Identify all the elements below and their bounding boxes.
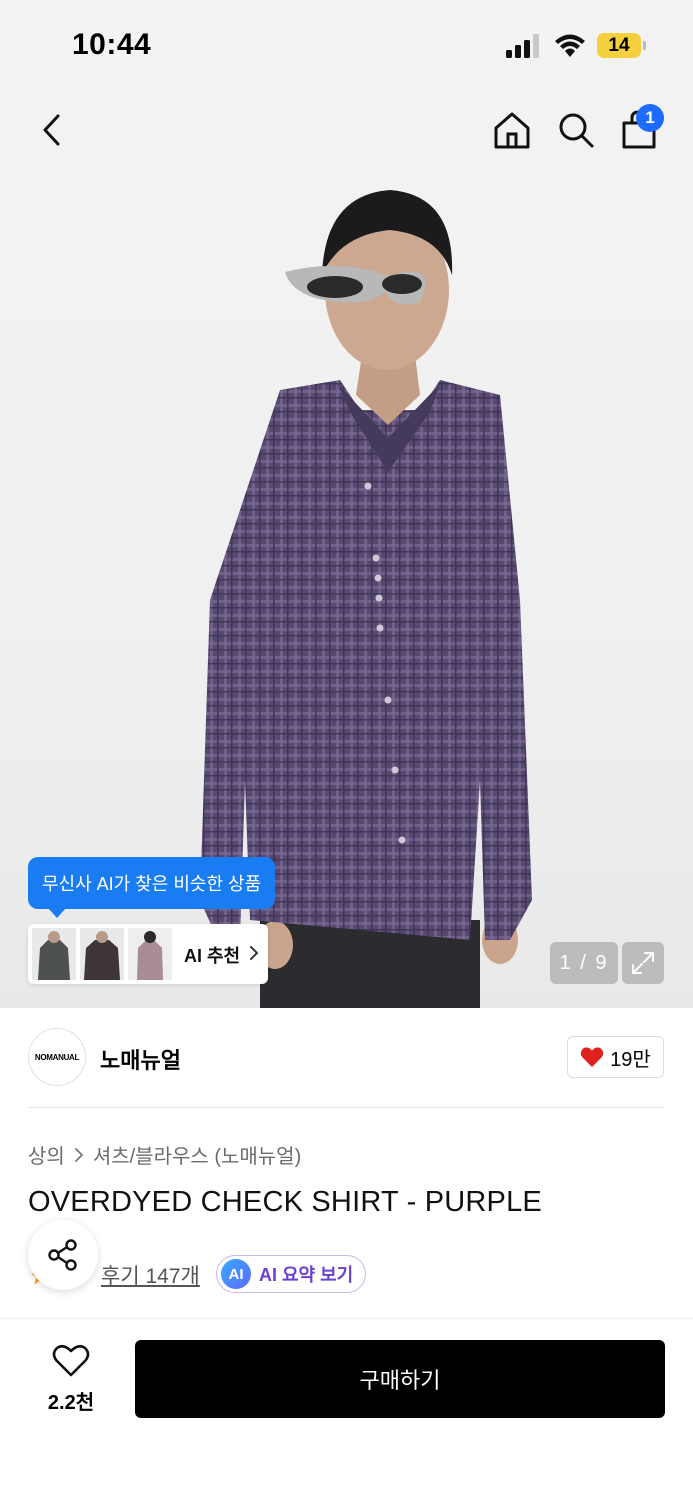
ai-recommend-label: AI 추천	[184, 946, 241, 966]
wishlist-button[interactable]: 2.2천	[28, 1340, 114, 1418]
section-divider	[28, 1107, 664, 1108]
top-nav	[0, 92, 693, 172]
chevron-right-icon	[74, 1147, 83, 1162]
signal-icon	[506, 34, 539, 58]
review-count-link[interactable]: 후기 147개	[101, 1260, 200, 1290]
ai-summary-label: AI 요약 보기	[259, 1265, 354, 1285]
search-icon[interactable]	[552, 106, 600, 154]
share-icon	[48, 1239, 77, 1271]
bottom-bar-divider	[0, 1318, 693, 1319]
wishlist-count: 2.2천	[47, 1392, 95, 1414]
ai-badge-icon: AI	[221, 1259, 251, 1289]
battery-cap	[643, 41, 646, 50]
home-icon[interactable]	[488, 106, 536, 154]
breadcrumb-category[interactable]: 상의	[28, 1140, 65, 1169]
brand-like-button[interactable]: 19만	[567, 1036, 664, 1078]
status-time: 10:44	[72, 28, 152, 61]
status-bar: 10:44 14	[0, 0, 693, 92]
heart-filled-icon	[580, 1047, 604, 1067]
brand-logo[interactable]: NOMANUAL	[28, 1028, 86, 1086]
battery-level: 14	[597, 33, 641, 58]
ai-similar-tooltip[interactable]: 무신사 AI가 찾은 비슷한 상품	[28, 857, 276, 918]
breadcrumb-subcategory[interactable]: 셔츠/블라우스 (노매뉴얼)	[93, 1140, 301, 1169]
reco-thumb-1[interactable]	[32, 928, 76, 980]
buy-button[interactable]: 구매하기	[135, 1340, 665, 1418]
brand-like-count: 19만	[610, 1048, 651, 1071]
chevron-right-icon	[250, 946, 258, 960]
product-title: OVERDYED CHECK SHIRT - PURPLE	[28, 1186, 542, 1218]
cart-count-badge: 1	[636, 104, 664, 132]
brand-name[interactable]: 노매뉴얼	[100, 1043, 181, 1075]
product-gallery[interactable]: 1 무신사 AI가 찾은 비슷한 상품 AI 추천 1 / 9	[0, 0, 693, 1008]
reco-thumb-2[interactable]	[80, 928, 124, 980]
battery-indicator: 14	[597, 33, 647, 58]
gallery-page-indicator: 1 / 9	[550, 942, 618, 984]
back-icon[interactable]	[28, 106, 76, 154]
share-button[interactable]	[28, 1220, 98, 1290]
breadcrumb: 상의 셔츠/블라우스 (노매뉴얼)	[28, 1140, 301, 1169]
ai-summary-button[interactable]: AI AI 요약 보기	[216, 1255, 367, 1293]
ai-recommend-strip[interactable]: AI 추천	[28, 924, 268, 984]
heart-outline-icon	[52, 1344, 90, 1377]
wifi-icon	[555, 34, 585, 57]
reco-thumb-3[interactable]	[128, 928, 172, 980]
expand-icon	[632, 952, 654, 974]
expand-button[interactable]	[622, 942, 664, 984]
